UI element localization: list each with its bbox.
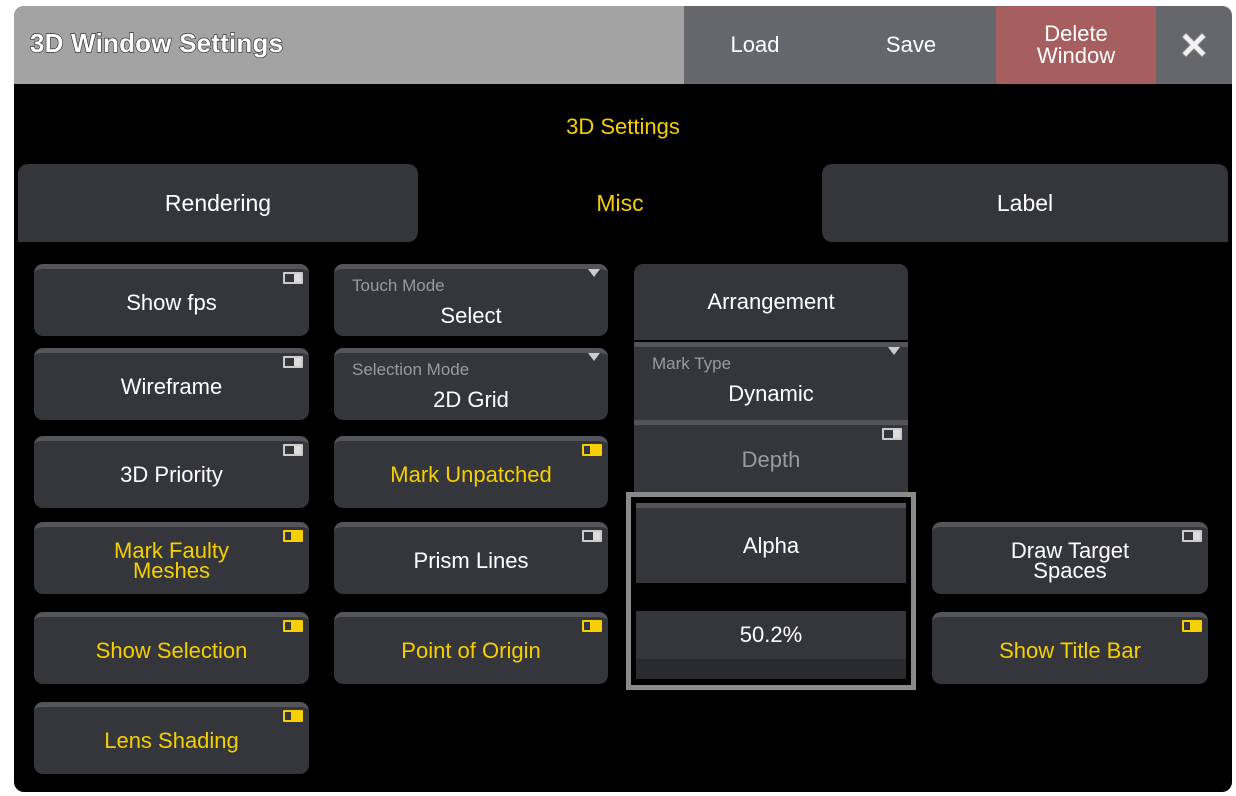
button-label: Mark Unpatched [390, 461, 552, 487]
prism-lines-toggle[interactable]: Prism Lines [334, 522, 608, 594]
draw-target-spaces-toggle[interactable]: Draw Target Spaces [932, 522, 1208, 594]
delete-window-button[interactable]: Delete Window [996, 6, 1156, 84]
dropdown-value: 2D Grid [433, 387, 509, 412]
toggle-indicator-icon [582, 620, 602, 632]
button-label: Show fps [126, 289, 217, 315]
button-label: Lens Shading [104, 727, 239, 753]
tab-label[interactable]: Label [822, 164, 1228, 242]
toggle-indicator-icon [283, 710, 303, 722]
toggle-indicator-icon [1182, 620, 1202, 632]
button-label: Show Selection [95, 637, 248, 663]
load-button[interactable]: Load [684, 6, 826, 84]
toggle-indicator-icon [1182, 530, 1202, 542]
mark-type-dropdown[interactable]: Mark Type Dynamic [634, 342, 908, 420]
wireframe-toggle[interactable]: Wireframe [34, 348, 309, 420]
button-label: Point of Origin [401, 637, 541, 663]
button-label: Draw Target Spaces [1010, 537, 1130, 583]
alpha-control[interactable]: Alpha 50.2% [626, 492, 916, 690]
window-title: 3D Window Settings [29, 27, 284, 58]
toggle-indicator-icon [283, 272, 303, 284]
save-button[interactable]: Save [826, 6, 996, 84]
alpha-value[interactable]: 50.2% [636, 611, 906, 659]
button-label: Prism Lines [413, 547, 529, 573]
toggle-indicator-icon [283, 620, 303, 632]
button-label: Wireframe [120, 373, 223, 399]
show-selection-toggle[interactable]: Show Selection [34, 612, 309, 684]
depth-toggle[interactable]: Depth [634, 420, 908, 494]
button-label: Mark Faulty Meshes [114, 537, 229, 583]
button-label: 3D Priority [120, 461, 223, 487]
dropdown-value: Select [440, 303, 502, 328]
3d-priority-toggle[interactable]: 3D Priority [34, 436, 309, 508]
dropdown-label: Mark Type [652, 354, 732, 373]
close-x-icon [1181, 32, 1207, 58]
mark-unpatched-toggle[interactable]: Mark Unpatched [334, 436, 608, 508]
toggle-indicator-icon [283, 444, 303, 456]
mark-faulty-meshes-toggle[interactable]: Mark Faulty Meshes [34, 522, 309, 594]
dropdown-value: Dynamic [728, 381, 814, 406]
point-of-origin-toggle[interactable]: Point of Origin [334, 612, 608, 684]
toggle-indicator-icon [283, 356, 303, 368]
close-button[interactable] [1156, 6, 1232, 84]
dropdown-label: Touch Mode [352, 276, 445, 295]
settings-window: 3D Window Settings Load Save Delete Wind… [14, 6, 1232, 792]
toggle-indicator-icon [882, 428, 902, 440]
lens-shading-toggle[interactable]: Lens Shading [34, 702, 309, 774]
dropdown-arrow-icon [888, 347, 900, 355]
selection-mode-dropdown[interactable]: Selection Mode 2D Grid [334, 348, 608, 420]
dropdown-label: Selection Mode [352, 360, 470, 379]
dropdown-arrow-icon [588, 269, 600, 277]
button-label: Show Title Bar [999, 637, 1141, 663]
alpha-label: Alpha [636, 503, 906, 583]
toggle-indicator-icon [283, 530, 303, 542]
toggle-indicator-icon [582, 444, 602, 456]
touch-mode-dropdown[interactable]: Touch Mode Select [334, 264, 608, 336]
show-title-bar-toggle[interactable]: Show Title Bar [932, 612, 1208, 684]
tab-rendering[interactable]: Rendering [18, 164, 418, 242]
arrangement-button[interactable]: Arrangement [634, 264, 908, 340]
toggle-indicator-icon [582, 530, 602, 542]
dropdown-arrow-icon [588, 353, 600, 361]
alpha-slider-track[interactable] [636, 659, 906, 679]
section-title: 3D Settings [566, 114, 680, 139]
tab-misc[interactable]: Misc [418, 164, 822, 242]
show-fps-toggle[interactable]: Show fps [34, 264, 309, 336]
title-bar: 3D Window Settings Load Save Delete Wind… [14, 6, 1232, 84]
button-label: Depth [741, 446, 801, 472]
